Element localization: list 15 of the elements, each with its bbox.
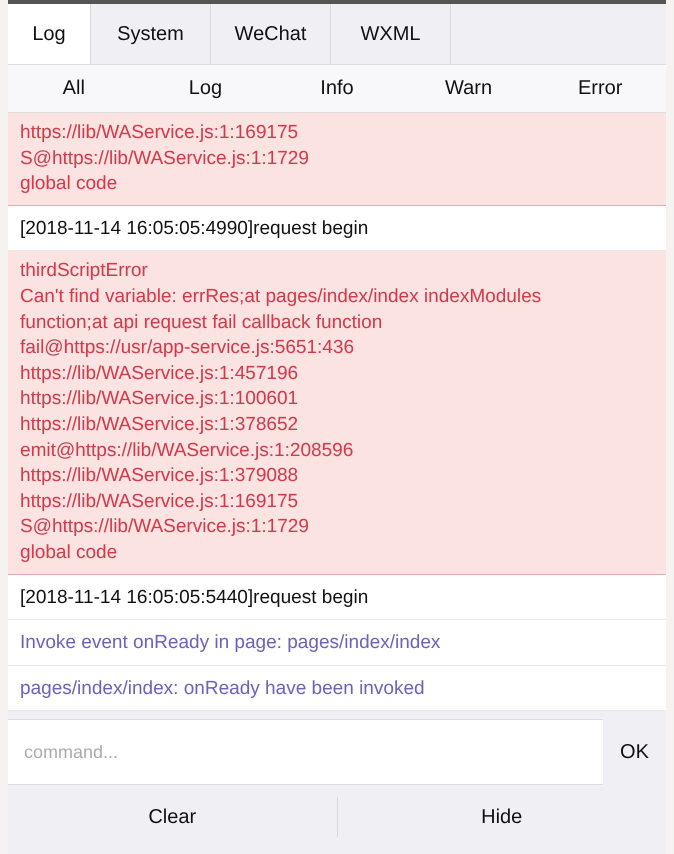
log-entry: pages/index/index: onReady have been invoked <box>8 666 666 712</box>
hide-button[interactable]: Hide <box>338 797 666 837</box>
log-entry: https://lib/WAService.js:1:169175 S@https://lib/WAService.js:1:1729 global code <box>8 113 666 206</box>
filter-tab[interactable]: Log <box>140 77 272 100</box>
filter-tab[interactable]: Error <box>534 77 666 100</box>
log-entry: Invoke event onReady in page: pages/index/index <box>8 620 666 666</box>
filter-tab[interactable]: Info <box>271 77 403 100</box>
filter-tab[interactable]: Warn <box>402 77 534 100</box>
log-entry: thirdScriptError Can't find variable: errRes;at pages/index/index indexModules function;at api request fail callback function fail@https://usr/app-service.js:5651:436 https://lib/WAService.js:1:457196 https://lib/WAService.js:1:100601 https://lib/WAService.js:1:378652 emit@https://lib/WAService.js:1:208596 https://lib/WAService.js:1:379088 https://lib/WAService.js:1:169175 S@https://lib/WAService.js:1:1729 global code <box>8 251 666 574</box>
tab[interactable]: Log <box>8 4 91 64</box>
log-entry: [2018-11-14 16:05:05:5440]request begin <box>8 574 666 620</box>
clear-button[interactable]: Clear <box>8 797 338 837</box>
log-entry: [2018-11-14 16:05:05:4990]request begin <box>8 206 666 252</box>
filter-tab[interactable]: All <box>8 77 140 100</box>
command-field[interactable]: command... <box>8 719 603 785</box>
